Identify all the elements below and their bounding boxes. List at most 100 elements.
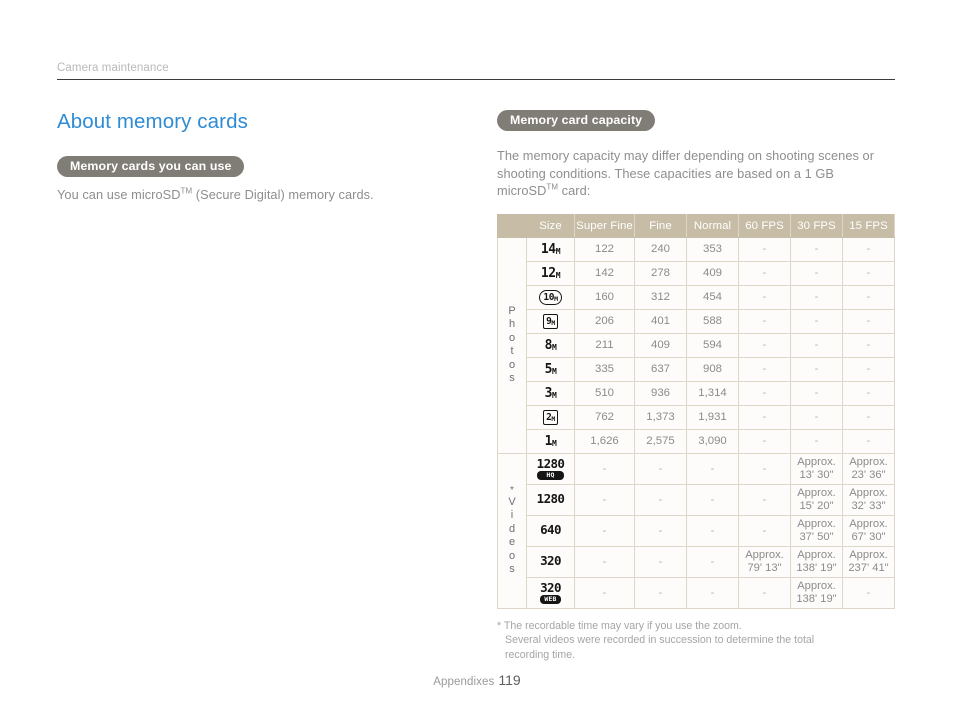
cell-60-fps: - bbox=[738, 260, 791, 286]
cell-60-fps: - bbox=[738, 356, 791, 382]
header-rule bbox=[57, 79, 895, 80]
running-header: Camera maintenance bbox=[57, 62, 895, 80]
cell-15-fps: Approx. 23' 36" bbox=[842, 452, 895, 485]
cell-60-fps: - bbox=[738, 428, 791, 454]
video-size-icon-320-web: 320 WEB bbox=[540, 579, 561, 604]
cell-normal: 353 bbox=[686, 236, 739, 262]
cell-15-fps: - bbox=[842, 380, 895, 406]
cell-60-fps: - bbox=[738, 452, 791, 485]
size-icon-1m: 1M bbox=[544, 433, 557, 449]
cell-size: 320 WEB bbox=[526, 576, 575, 609]
cell-15-fps: - bbox=[842, 308, 895, 334]
cell-fine: 240 bbox=[634, 236, 687, 262]
left-column: About memory cards Memory cards you can … bbox=[57, 110, 457, 204]
subsection-badge-memory-card-capacity: Memory card capacity bbox=[497, 110, 656, 132]
cell-normal: 588 bbox=[686, 308, 739, 334]
cell-size: 1280 bbox=[526, 483, 575, 516]
table-row: 640- - - - Approx. 37' 50" Approx. 67' 30" bbox=[498, 514, 895, 547]
video-quality-tag: WEB bbox=[540, 595, 561, 604]
table-row: 320- - - Approx. 79' 13" Approx. 138' 19" Appro… bbox=[498, 545, 895, 578]
cell-size: 5M bbox=[526, 356, 575, 382]
video-quality-tag: HQ bbox=[536, 471, 565, 480]
table-body: Ph o t o s 14M 122 240 353- - -12M 142 278 409- - -10M 1… bbox=[497, 236, 895, 609]
table-row: 2M 762 1,373 1,931- - - bbox=[498, 404, 895, 430]
column-header-size: Size bbox=[526, 213, 575, 238]
cell-30-fps: Approx. 138' 19" bbox=[790, 545, 843, 578]
cell-fine: 936 bbox=[634, 380, 687, 406]
cell-30-fps: - bbox=[790, 332, 843, 358]
cell-30-fps: - bbox=[790, 380, 843, 406]
cell-30-fps: Approx. 37' 50" bbox=[790, 514, 843, 547]
cell-fine: - bbox=[634, 452, 687, 485]
video-size-icon-1280-hq: 1280 HQ bbox=[536, 455, 565, 480]
cell-fine: 401 bbox=[634, 308, 687, 334]
cell-super-fine: - bbox=[574, 545, 635, 578]
cell-60-fps: - bbox=[738, 284, 791, 310]
cell-15-fps: - bbox=[842, 260, 895, 286]
trademark-symbol: TM bbox=[180, 187, 193, 196]
cell-30-fps: Approx. 138' 19" bbox=[790, 576, 843, 609]
table-row: 5M 335 637 908- - - bbox=[498, 356, 895, 382]
cell-fine: 1,373 bbox=[634, 404, 687, 430]
cell-30-fps: - bbox=[790, 260, 843, 286]
page-footer: Appendixes 119 bbox=[0, 672, 954, 690]
table-row: 8M 211 409 594- - - bbox=[498, 332, 895, 358]
footnote-line-2: Several videos were recorded in successi… bbox=[505, 634, 815, 647]
right-column: Memory card capacity The memory capacity… bbox=[497, 110, 897, 662]
row-group-label-photos: Photos bbox=[497, 236, 527, 454]
cell-30-fps: - bbox=[790, 356, 843, 382]
cell-15-fps: - bbox=[842, 356, 895, 382]
cell-normal: 594 bbox=[686, 332, 739, 358]
video-size-icon-320: 320 bbox=[540, 553, 561, 569]
page-number: 119 bbox=[498, 672, 521, 688]
video-size-icon-640: 640 bbox=[540, 522, 561, 538]
right-paragraph-post: card: bbox=[558, 183, 591, 199]
cell-fine: - bbox=[634, 545, 687, 578]
column-header-30-fps: 30 FPS bbox=[790, 213, 843, 238]
trademark-symbol: TM bbox=[546, 183, 559, 192]
footnote-line-3: recording time. bbox=[505, 648, 576, 661]
breadcrumb: Camera maintenance bbox=[57, 62, 169, 74]
cell-super-fine: 160 bbox=[574, 284, 635, 310]
footer-label: Appendixes bbox=[433, 676, 495, 688]
table-row: 9M 206 401 588- - - bbox=[498, 308, 895, 334]
cell-size: 14M bbox=[526, 236, 575, 262]
cell-super-fine: - bbox=[574, 514, 635, 547]
size-icon-12m: 12M bbox=[540, 265, 561, 281]
cell-fine: 2,575 bbox=[634, 428, 687, 454]
cell-size: 320 bbox=[526, 545, 575, 578]
cell-30-fps: Approx. 15' 20" bbox=[790, 483, 843, 516]
cell-30-fps: - bbox=[790, 284, 843, 310]
cell-60-fps: - bbox=[738, 308, 791, 334]
table-row: 3M 510 936 1,314- - - bbox=[498, 380, 895, 406]
cell-15-fps: - bbox=[842, 404, 895, 430]
table-row: 320 WEB - - - - Approx. 138' 19" - bbox=[498, 576, 895, 609]
cell-size: 3M bbox=[526, 380, 575, 406]
cell-size: 8M bbox=[526, 332, 575, 358]
cell-super-fine: 211 bbox=[574, 332, 635, 358]
cell-super-fine: 206 bbox=[574, 308, 635, 334]
right-paragraph: The memory capacity may differ depending… bbox=[497, 147, 897, 200]
cell-super-fine: - bbox=[574, 452, 635, 485]
cell-fine: - bbox=[634, 483, 687, 516]
table-footnote: * The recordable time may vary if you us… bbox=[497, 619, 897, 663]
cell-fine: - bbox=[634, 514, 687, 547]
cell-60-fps: - bbox=[738, 380, 791, 406]
cell-normal: 1,931 bbox=[686, 404, 739, 430]
video-size-icon-1280: 1280 bbox=[536, 491, 565, 507]
cell-size: 640 bbox=[526, 514, 575, 547]
table-header-row: Size Super Fine Fine Normal 60 FPS 30 FP… bbox=[497, 213, 895, 238]
cell-normal: - bbox=[686, 483, 739, 516]
subsection-badge-memory-cards-you-can-use: Memory cards you can use bbox=[57, 156, 245, 178]
cell-size: 2M bbox=[526, 404, 575, 430]
table-row: 1M 1,626 2,575 3,090- - - bbox=[498, 428, 895, 454]
left-paragraph-pre: You can use microSD bbox=[57, 187, 181, 203]
cell-15-fps: - bbox=[842, 576, 895, 609]
cell-60-fps: - bbox=[738, 404, 791, 430]
cell-super-fine: 510 bbox=[574, 380, 635, 406]
cell-size: 1M bbox=[526, 428, 575, 454]
cell-super-fine: 335 bbox=[574, 356, 635, 382]
cell-super-fine: - bbox=[574, 576, 635, 609]
cell-15-fps: Approx. 67' 30" bbox=[842, 514, 895, 547]
cell-15-fps: Approx. 237' 41" bbox=[842, 545, 895, 578]
